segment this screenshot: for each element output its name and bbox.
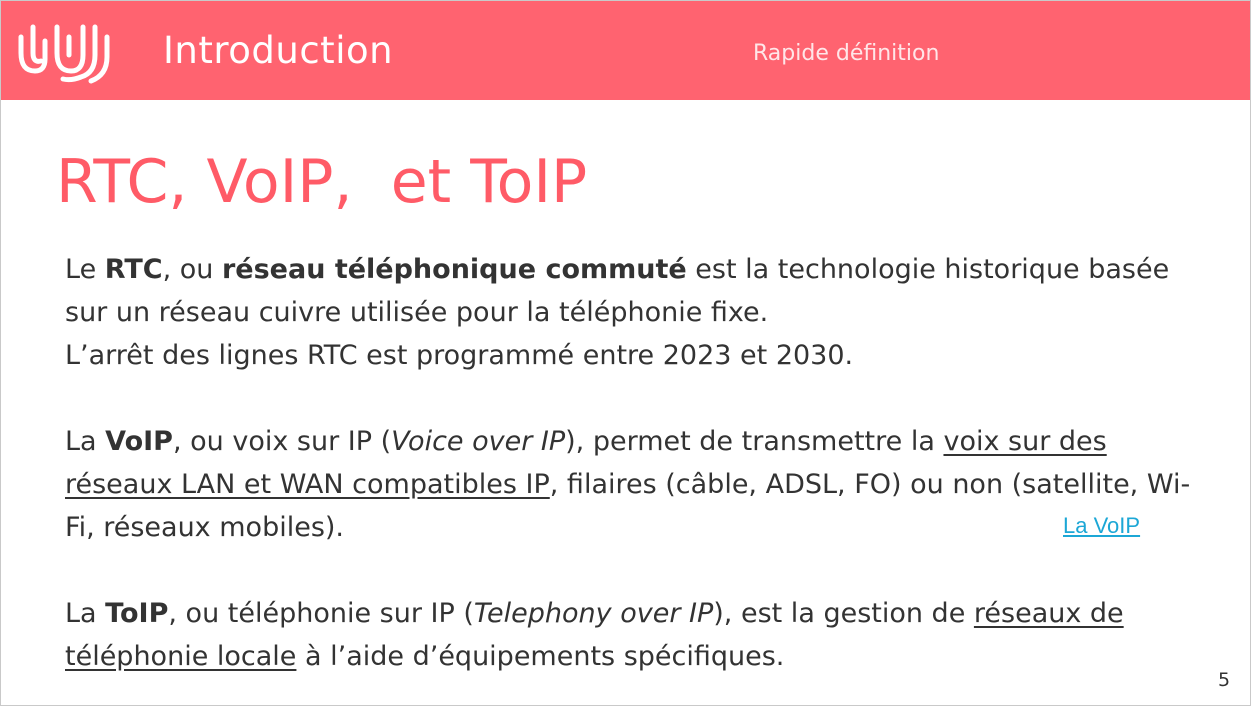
text: Le xyxy=(65,254,105,285)
header-bar: Introduction Rapide définition xyxy=(1,1,1250,100)
term-toip: ToIP xyxy=(105,598,169,629)
text: , ou xyxy=(162,254,222,285)
section-subtitle: Rapide définition xyxy=(753,41,940,66)
slide-body: Le RTC, ou réseau téléphonique commuté e… xyxy=(65,248,1215,678)
term-rtc-definition: réseau téléphonique commuté xyxy=(221,254,687,285)
english-term: Telephony over IP xyxy=(473,598,714,629)
term-voip: VoIP xyxy=(105,426,173,457)
text: L’arrêt des lignes RTC est programmé ent… xyxy=(65,340,854,371)
english-term: Voice over IP xyxy=(391,426,566,457)
paragraph-voip: La VoIP, ou voix sur IP (Voice over IP),… xyxy=(65,420,1215,549)
term-rtc: RTC xyxy=(104,254,163,285)
text: , ou voix sur IP ( xyxy=(172,426,392,457)
section-title: Introduction xyxy=(163,29,394,72)
page-number: 5 xyxy=(1218,669,1231,691)
text: La xyxy=(65,598,106,629)
paragraph-toip: La ToIP, ou téléphonie sur IP (Telephony… xyxy=(65,592,1215,678)
slide: Introduction Rapide définition RTC, VoIP… xyxy=(0,0,1251,706)
voip-link[interactable]: La VoIP xyxy=(1063,513,1140,539)
paragraph-rtc: Le RTC, ou réseau téléphonique commuté e… xyxy=(65,248,1215,377)
text: ), est la gestion de xyxy=(713,598,974,629)
text: à l’aide d’équipements spécifiques. xyxy=(296,641,785,672)
text: ), permet de transmettre la xyxy=(565,426,944,457)
text: , ou téléphonie sur IP ( xyxy=(168,598,474,629)
text: La xyxy=(65,426,106,457)
wave-logo-icon xyxy=(18,24,110,84)
page-title: RTC, VoIP, et ToIP xyxy=(56,147,588,217)
